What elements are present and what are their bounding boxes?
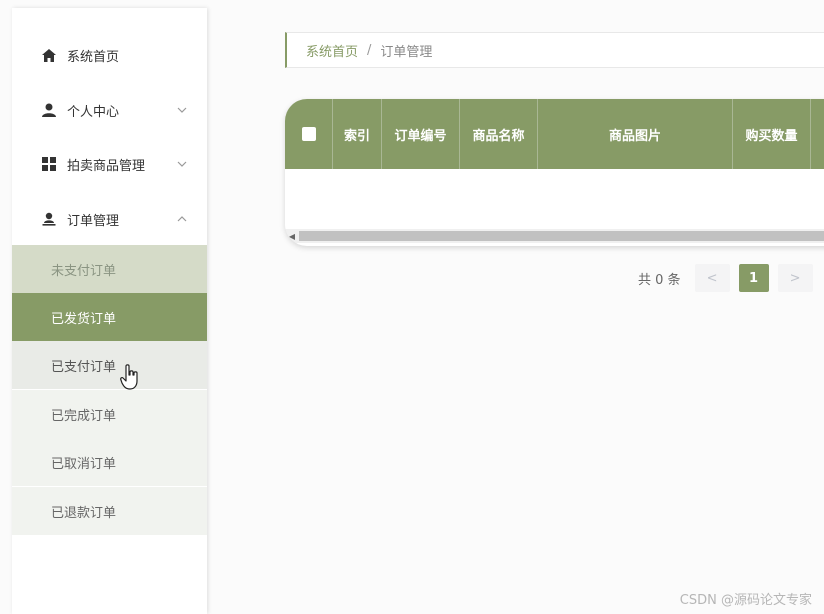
breadcrumb-home[interactable]: 系统首页: [306, 41, 358, 60]
sidebar-item-label: 系统首页: [67, 49, 120, 65]
scroll-thumb[interactable]: [299, 231, 824, 241]
home-icon: [41, 47, 57, 63]
sidebar-item-personal-center[interactable]: 个人中心: [12, 85, 207, 135]
horizontal-scrollbar[interactable]: ◀: [285, 229, 824, 243]
submenu-item-cancelled-orders[interactable]: 已取消订单: [12, 438, 207, 486]
sidebar-item-home[interactable]: 系统首页: [12, 30, 207, 80]
sidebar-item-label: 订单管理: [67, 213, 120, 229]
column-header[interactable]: 索引: [333, 99, 382, 169]
user-icon: [41, 102, 57, 118]
sidebar-item-auction-goods[interactable]: 拍卖商品管理: [12, 139, 207, 189]
chevron-down-icon: [177, 159, 187, 169]
orders-table: 索引 订单编号 商品名称 商品图片 购买数量 ◀: [285, 99, 824, 246]
submenu-item-shipped-orders[interactable]: 已发货订单: [12, 293, 207, 341]
scroll-left-icon[interactable]: ◀: [285, 229, 299, 243]
chevron-up-icon: [177, 214, 187, 224]
order-user-icon: [41, 211, 57, 227]
select-all-checkbox[interactable]: [301, 127, 316, 141]
submenu-item-refunded-orders[interactable]: 已退款订单: [12, 487, 207, 535]
column-header[interactable]: 商品图片: [538, 99, 733, 169]
next-page-button[interactable]: >: [777, 264, 813, 292]
column-header[interactable]: 订单编号: [382, 99, 460, 169]
table-header: 索引 订单编号 商品名称 商品图片 购买数量: [285, 99, 824, 169]
select-all-header: [285, 99, 333, 169]
table-body: [285, 169, 824, 229]
column-header-overflow: [811, 99, 824, 169]
prev-page-button[interactable]: <: [694, 264, 730, 292]
sidebar-item-label: 拍卖商品管理: [67, 158, 146, 174]
sidebar-item-order-management[interactable]: 订单管理: [12, 194, 207, 244]
chevron-down-icon: [177, 105, 187, 115]
watermark: CSDN @源码论文专家: [679, 593, 812, 608]
breadcrumb-separator: /: [367, 42, 372, 58]
submenu-item-completed-orders[interactable]: 已完成订单: [12, 390, 207, 438]
column-header[interactable]: 购买数量: [733, 99, 811, 169]
breadcrumb-current: 订单管理: [380, 44, 433, 60]
sidebar-item-label: 个人中心: [67, 104, 120, 120]
grid-icon: [41, 156, 57, 172]
submenu-item-paid-orders[interactable]: 已支付订单: [12, 341, 207, 389]
breadcrumb: 系统首页 / 订单管理: [285, 32, 824, 68]
submenu-item-unpaid-orders[interactable]: 未支付订单: [12, 245, 207, 293]
page-number-button[interactable]: 1: [738, 264, 769, 292]
sidebar: 系统首页 个人中心 拍卖商品管理 订单管理 未支付订单 已发货订单 已支付订单 …: [12, 8, 207, 614]
total-count: 共 0 条: [638, 272, 681, 288]
pagination: 共 0 条 < 1 >: [638, 264, 822, 292]
column-header[interactable]: 商品名称: [460, 99, 538, 169]
hand-pointer-icon: [120, 364, 140, 390]
